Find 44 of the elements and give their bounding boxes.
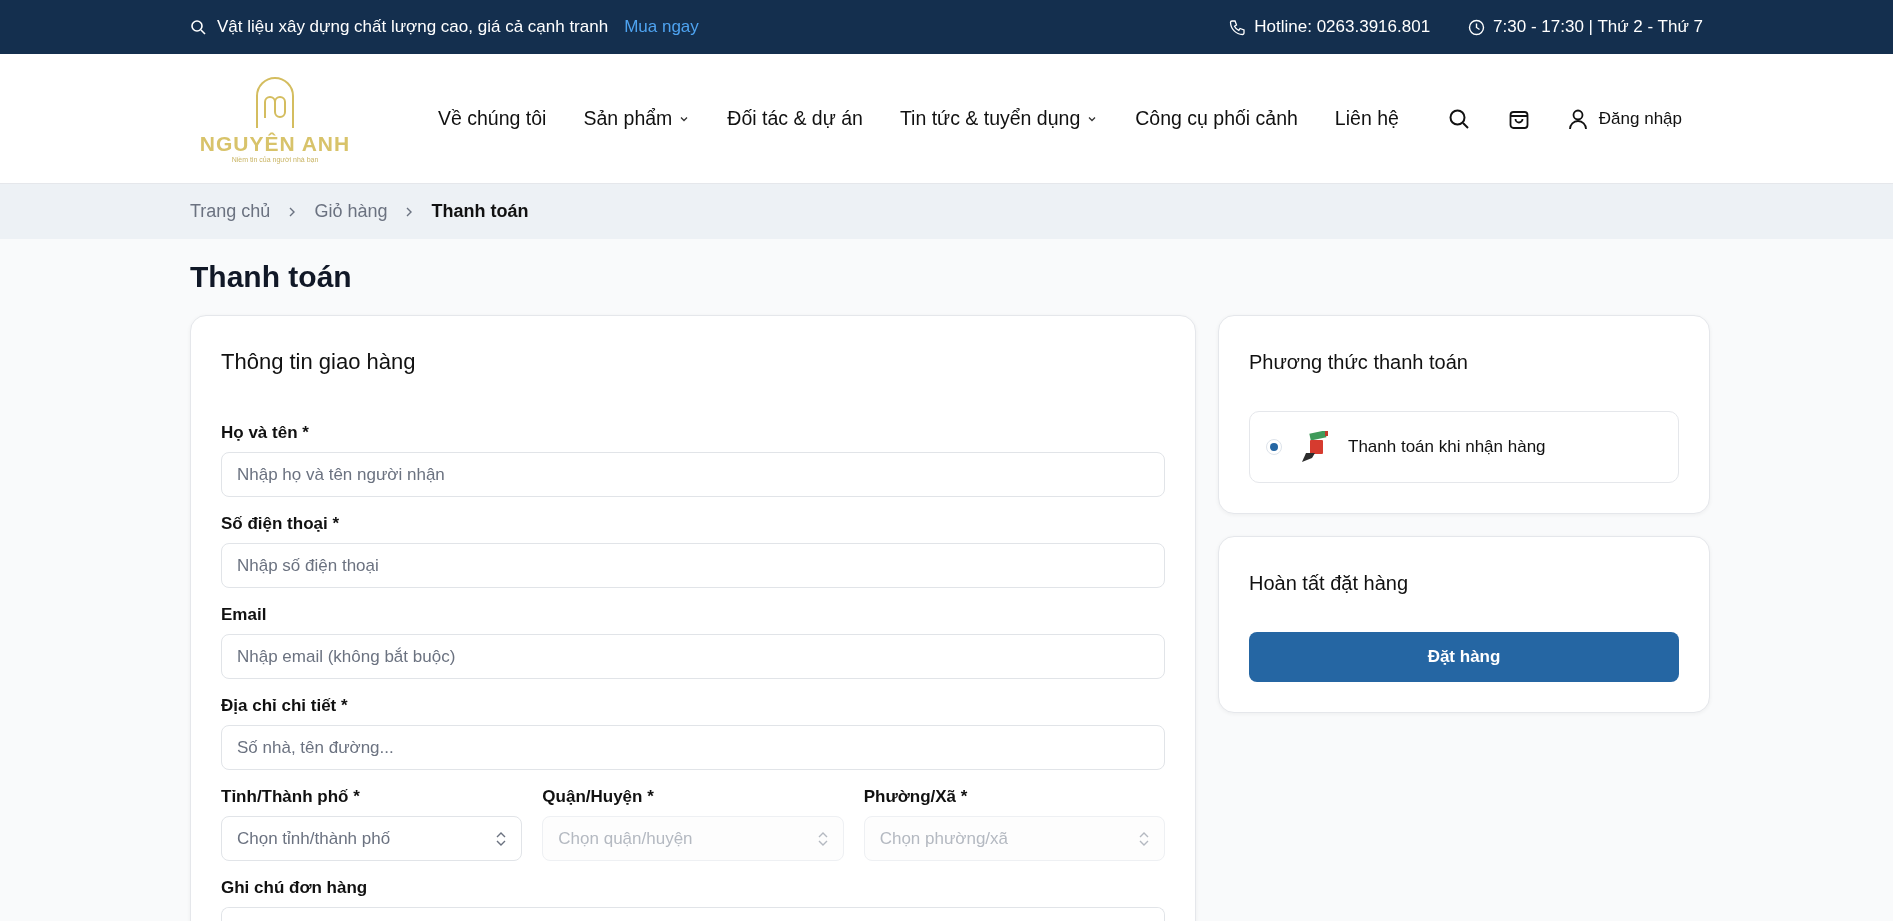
logo-name: NGUYÊN ANH xyxy=(199,132,351,156)
breadcrumb-link[interactable]: Trang chủ xyxy=(190,201,271,222)
field-label: Phường/Xã * xyxy=(863,787,969,807)
search-icon xyxy=(190,18,207,36)
phone-icon xyxy=(1229,18,1247,36)
page-title: Thanh toán xyxy=(190,259,353,295)
user-icon xyxy=(1566,107,1589,130)
text-field[interactable]: Nhập họ và tên người nhận xyxy=(221,452,1165,497)
textarea-field[interactable] xyxy=(221,907,1165,921)
text-field[interactable]: Số nhà, tên đường... xyxy=(221,725,1165,770)
field-label: Địa chỉ chi tiết * xyxy=(221,696,349,716)
nav-link[interactable]: Về chúng tôi xyxy=(438,107,547,130)
field-label: Ghi chú đơn hàng xyxy=(221,878,369,898)
nav-link[interactable]: Công cụ phối cảnh xyxy=(1135,107,1298,130)
breadcrumb-current: Thanh toán xyxy=(431,201,529,222)
payment-option[interactable]: Thanh toán khi nhận hàng xyxy=(1249,411,1679,483)
nav-link[interactable]: Liên hệ xyxy=(1334,107,1399,130)
nav-link[interactable]: Sản phẩm xyxy=(583,107,691,130)
card-title: Thông tin giao hàng xyxy=(221,348,417,376)
nav-link[interactable]: Đối tác & dự án xyxy=(727,107,863,130)
field-label: Email xyxy=(221,605,268,625)
clock-icon xyxy=(1468,18,1486,36)
opening-hours-text: 7:30 - 17:30 | Thứ 2 - Thứ 7 xyxy=(1493,17,1703,37)
card-title: Hoàn tất đặt hàng xyxy=(1249,571,1409,596)
buy-now-link[interactable]: Mua ngay xyxy=(624,17,699,37)
place-order-button[interactable]: Đặt hàng xyxy=(1249,632,1679,682)
hotline-text: Hotline: 0263.3916.801 xyxy=(1254,17,1431,37)
cash-payment-icon xyxy=(1300,431,1330,463)
field-label: Tỉnh/Thành phố * xyxy=(221,787,361,807)
nav-link[interactable]: Tin tức & tuyển dụng xyxy=(899,107,1099,130)
text-field[interactable]: Nhập số điện thoại xyxy=(221,543,1165,588)
up-down-chevron-icon xyxy=(495,830,508,847)
login-link[interactable]: Đăng nhập xyxy=(1566,107,1683,130)
breadcrumb-link[interactable]: Giỏ hàng xyxy=(314,201,388,222)
promo-text: Vật liệu xây dựng chất lượng cao, giá cả cạnh tranh xyxy=(217,17,609,37)
field-label: Quận/Huyện * xyxy=(542,787,655,807)
select-field[interactable]: Chọn tỉnh/thành phố xyxy=(221,816,523,861)
payment-option-label: Thanh toán khi nhận hàng xyxy=(1348,437,1546,457)
text-field[interactable]: Nhập email (không bắt buộc) xyxy=(221,634,1165,679)
field-label: Họ và tên * xyxy=(221,423,310,443)
field-label: Số điện thoại * xyxy=(221,514,341,534)
up-down-chevron-icon xyxy=(816,830,829,847)
card-title: Phương thức thanh toán xyxy=(1249,350,1469,375)
up-down-chevron-icon xyxy=(1138,830,1150,847)
